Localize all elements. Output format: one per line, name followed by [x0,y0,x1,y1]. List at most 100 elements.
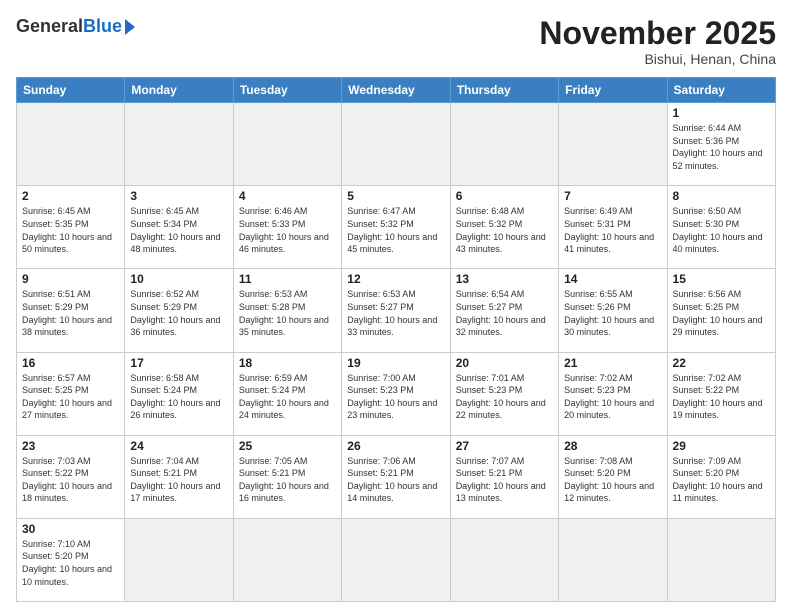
day-number: 18 [239,356,336,370]
weekday-header-tuesday: Tuesday [233,78,341,103]
day-info: Sunrise: 7:10 AM Sunset: 5:20 PM Dayligh… [22,538,119,588]
calendar-cell: 6 Sunrise: 6:48 AM Sunset: 5:32 PM Daylig… [450,186,558,269]
calendar-cell: 3 Sunrise: 6:45 AM Sunset: 5:34 PM Daylig… [125,186,233,269]
day-info: Sunrise: 6:51 AM Sunset: 5:29 PM Dayligh… [22,288,119,338]
day-info: Sunrise: 6:53 AM Sunset: 5:28 PM Dayligh… [239,288,336,338]
day-number: 19 [347,356,444,370]
day-number: 15 [673,272,770,286]
day-info: Sunrise: 6:48 AM Sunset: 5:32 PM Dayligh… [456,205,553,255]
calendar-cell: 26Sunrise: 7:06 AM Sunset: 5:21 PM Dayli… [342,435,450,518]
calendar-cell: 17Sunrise: 6:58 AM Sunset: 5:24 PM Dayli… [125,352,233,435]
day-number: 22 [673,356,770,370]
weekday-header-thursday: Thursday [450,78,558,103]
day-number: 12 [347,272,444,286]
calendar-cell [559,518,667,601]
day-info: Sunrise: 6:58 AM Sunset: 5:24 PM Dayligh… [130,372,227,422]
weekday-header-monday: Monday [125,78,233,103]
day-info: Sunrise: 6:46 AM Sunset: 5:33 PM Dayligh… [239,205,336,255]
day-info: Sunrise: 6:45 AM Sunset: 5:34 PM Dayligh… [130,205,227,255]
logo-general-text: General [16,16,83,37]
logo: General Blue [16,16,135,37]
day-number: 4 [239,189,336,203]
calendar-cell [17,103,125,186]
weekday-header-sunday: Sunday [17,78,125,103]
calendar-cell: 9 Sunrise: 6:51 AM Sunset: 5:29 PM Daylig… [17,269,125,352]
day-number: 20 [456,356,553,370]
calendar-cell: 7Sunrise: 6:49 AM Sunset: 5:31 PM Daylig… [559,186,667,269]
calendar-cell [342,518,450,601]
header: General Blue November 2025 Bishui, Henan… [16,16,776,67]
day-info: Sunrise: 6:56 AM Sunset: 5:25 PM Dayligh… [673,288,770,338]
calendar-cell: 15 Sunrise: 6:56 AM Sunset: 5:25 PM Dayli… [667,269,775,352]
calendar-cell [450,518,558,601]
calendar-cell: 22Sunrise: 7:02 AM Sunset: 5:22 PM Dayli… [667,352,775,435]
day-number: 5 [347,189,444,203]
day-info: Sunrise: 6:57 AM Sunset: 5:25 PM Dayligh… [22,372,119,422]
calendar-week-row: 16 Sunrise: 6:57 AM Sunset: 5:25 PM Dayli… [17,352,776,435]
day-number: 13 [456,272,553,286]
calendar-cell: 19 Sunrise: 7:00 AM Sunset: 5:23 PM Dayli… [342,352,450,435]
calendar-cell: 5 Sunrise: 6:47 AM Sunset: 5:32 PM Daylig… [342,186,450,269]
day-number: 1 [673,106,770,120]
day-number: 3 [130,189,227,203]
calendar-cell [667,518,775,601]
calendar-cell [559,103,667,186]
day-info: Sunrise: 7:00 AM Sunset: 5:23 PM Dayligh… [347,372,444,422]
calendar-cell: 21 Sunrise: 7:02 AM Sunset: 5:23 PM Dayli… [559,352,667,435]
weekday-header-friday: Friday [559,78,667,103]
day-number: 24 [130,439,227,453]
day-number: 14 [564,272,661,286]
day-number: 6 [456,189,553,203]
calendar-cell: 20 Sunrise: 7:01 AM Sunset: 5:23 PM Dayli… [450,352,558,435]
calendar-cell [450,103,558,186]
day-info: Sunrise: 6:59 AM Sunset: 5:24 PM Dayligh… [239,372,336,422]
calendar-week-row: 2 Sunrise: 6:45 AM Sunset: 5:35 PM Daylig… [17,186,776,269]
weekday-header-wednesday: Wednesday [342,78,450,103]
location-subtitle: Bishui, Henan, China [539,51,776,67]
calendar-table: SundayMondayTuesdayWednesdayThursdayFrid… [16,77,776,602]
day-info: Sunrise: 7:01 AM Sunset: 5:23 PM Dayligh… [456,372,553,422]
day-number: 27 [456,439,553,453]
calendar-cell: 13 Sunrise: 6:54 AM Sunset: 5:27 PM Dayli… [450,269,558,352]
day-number: 2 [22,189,119,203]
calendar-cell: 14Sunrise: 6:55 AM Sunset: 5:26 PM Dayli… [559,269,667,352]
calendar-cell: 12Sunrise: 6:53 AM Sunset: 5:27 PM Dayli… [342,269,450,352]
calendar-cell [125,518,233,601]
weekday-header-row: SundayMondayTuesdayWednesdayThursdayFrid… [17,78,776,103]
calendar-cell: 8 Sunrise: 6:50 AM Sunset: 5:30 PM Daylig… [667,186,775,269]
logo-blue-text: Blue [83,16,122,37]
calendar-cell: 25 Sunrise: 7:05 AM Sunset: 5:21 PM Dayli… [233,435,341,518]
calendar-cell: 4 Sunrise: 6:46 AM Sunset: 5:33 PM Daylig… [233,186,341,269]
page: General Blue November 2025 Bishui, Henan… [0,0,792,612]
day-number: 11 [239,272,336,286]
day-number: 8 [673,189,770,203]
calendar-cell: 27Sunrise: 7:07 AM Sunset: 5:21 PM Dayli… [450,435,558,518]
day-number: 21 [564,356,661,370]
day-info: Sunrise: 6:47 AM Sunset: 5:32 PM Dayligh… [347,205,444,255]
day-info: Sunrise: 7:05 AM Sunset: 5:21 PM Dayligh… [239,455,336,505]
day-number: 10 [130,272,227,286]
calendar-week-row: 30 Sunrise: 7:10 AM Sunset: 5:20 PM Dayli… [17,518,776,601]
day-number: 30 [22,522,119,536]
day-number: 25 [239,439,336,453]
day-info: Sunrise: 7:06 AM Sunset: 5:21 PM Dayligh… [347,455,444,505]
day-number: 9 [22,272,119,286]
day-info: Sunrise: 6:45 AM Sunset: 5:35 PM Dayligh… [22,205,119,255]
calendar-cell: 24 Sunrise: 7:04 AM Sunset: 5:21 PM Dayli… [125,435,233,518]
day-info: Sunrise: 7:02 AM Sunset: 5:23 PM Dayligh… [564,372,661,422]
logo-text: General Blue [16,16,135,37]
logo-triangle-icon [125,19,135,35]
calendar-cell: 11 Sunrise: 6:53 AM Sunset: 5:28 PM Dayli… [233,269,341,352]
day-number: 16 [22,356,119,370]
day-info: Sunrise: 7:04 AM Sunset: 5:21 PM Dayligh… [130,455,227,505]
day-info: Sunrise: 6:54 AM Sunset: 5:27 PM Dayligh… [456,288,553,338]
day-info: Sunrise: 6:50 AM Sunset: 5:30 PM Dayligh… [673,205,770,255]
calendar-cell [342,103,450,186]
calendar-cell [233,518,341,601]
day-number: 29 [673,439,770,453]
day-number: 23 [22,439,119,453]
day-info: Sunrise: 7:09 AM Sunset: 5:20 PM Dayligh… [673,455,770,505]
calendar-cell: 16 Sunrise: 6:57 AM Sunset: 5:25 PM Dayli… [17,352,125,435]
calendar-cell: 18 Sunrise: 6:59 AM Sunset: 5:24 PM Dayli… [233,352,341,435]
calendar-cell: 10Sunrise: 6:52 AM Sunset: 5:29 PM Dayli… [125,269,233,352]
